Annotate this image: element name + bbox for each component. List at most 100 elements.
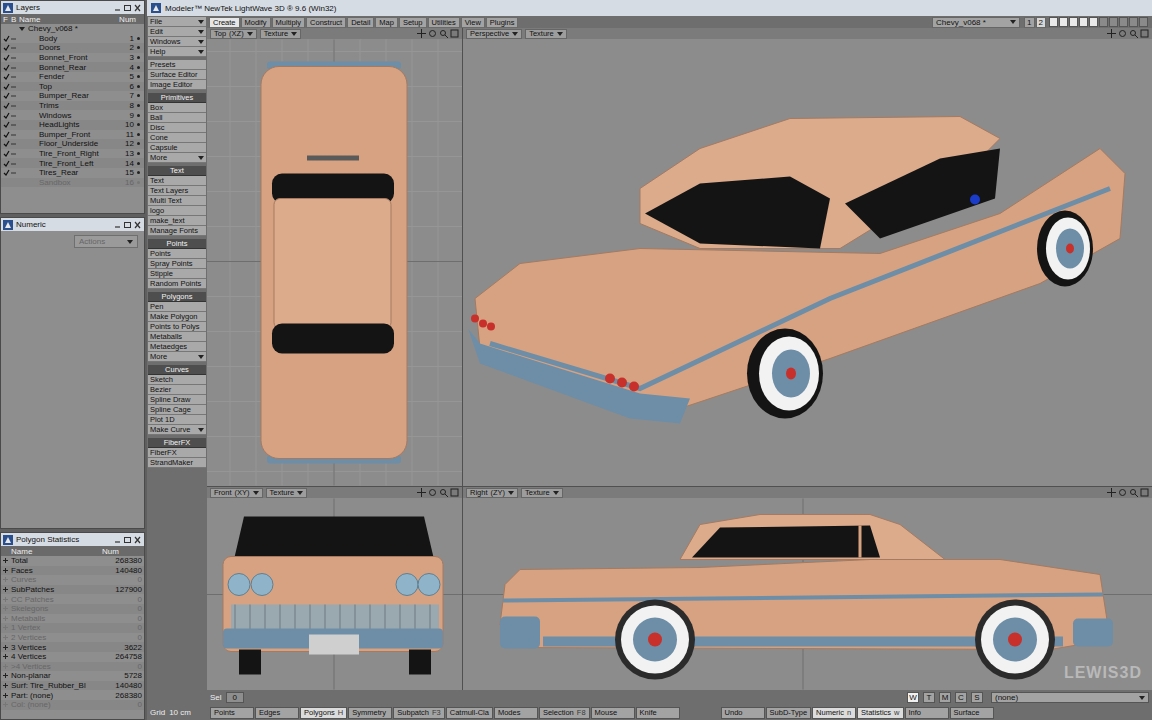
layer-row[interactable]: Sandbox 16 <box>1 178 144 188</box>
mode-button[interactable]: Mouse <box>591 707 635 719</box>
viewport[interactable]: Top (XZ) Texture <box>207 28 462 486</box>
tab[interactable]: Construct <box>306 17 346 28</box>
zoom-icon[interactable] <box>1129 29 1138 38</box>
tab[interactable]: View <box>461 17 485 28</box>
menu-button[interactable]: More <box>148 153 206 163</box>
layer-slot[interactable] <box>1079 17 1088 27</box>
view-type-dropdown[interactable]: Front (XY) <box>210 488 263 498</box>
layer-bank-button[interactable]: 2 <box>1036 17 1046 28</box>
background-cell[interactable] <box>11 74 19 79</box>
mode-button[interactable]: Knife <box>636 707 680 719</box>
tool-button[interactable]: Spline Cage <box>148 405 206 415</box>
tool-button[interactable]: Sketch <box>148 375 206 385</box>
tool-button[interactable]: StrandMaker <box>148 458 206 468</box>
background-cell[interactable] <box>11 113 19 118</box>
layer-slot[interactable] <box>1109 17 1118 27</box>
rotate-icon[interactable] <box>1118 488 1127 497</box>
mode-button[interactable]: Polygons H <box>300 707 347 719</box>
tool-button[interactable]: Metaballs <box>148 332 206 342</box>
viewport-canvas[interactable]: LEWIS3D <box>463 498 1152 690</box>
tool-button[interactable]: Presets <box>148 60 206 70</box>
plus-icon[interactable] <box>3 568 8 573</box>
plus-icon[interactable] <box>3 673 8 678</box>
mode-button[interactable]: Selection F8 <box>539 707 590 719</box>
plus-icon[interactable] <box>3 587 8 592</box>
foreground-cell[interactable] <box>3 54 11 61</box>
tab[interactable]: Modify <box>241 17 271 28</box>
render-mode-dropdown[interactable]: Texture <box>525 29 567 39</box>
foreground-cell[interactable] <box>3 83 11 90</box>
tool-button[interactable]: Manage Fonts <box>148 226 206 236</box>
tab[interactable]: Setup <box>399 17 427 28</box>
tab[interactable]: Plugins <box>486 17 519 28</box>
plus-icon[interactable] <box>3 597 8 602</box>
tab[interactable]: Create <box>209 17 240 28</box>
tool-button[interactable]: Surface Editor <box>148 70 206 80</box>
tool-button[interactable]: Metaedges <box>148 342 206 352</box>
layer-row[interactable]: Tires_Rear 15 <box>1 168 144 178</box>
column-header[interactable]: B <box>11 15 19 24</box>
background-cell[interactable] <box>11 141 19 146</box>
move-icon[interactable] <box>1107 29 1116 38</box>
close-icon[interactable] <box>133 221 142 229</box>
plus-icon[interactable] <box>3 577 8 582</box>
tool-button[interactable]: logo <box>148 206 206 216</box>
mode-button[interactable]: Symmetry <box>348 707 392 719</box>
statistics-row[interactable]: 1 Vertex 0 <box>1 623 144 633</box>
view-flag-button[interactable]: C <box>955 692 967 703</box>
statistics-row[interactable]: Skelegons 0 <box>1 604 144 614</box>
maximize-icon[interactable] <box>123 4 132 12</box>
statistics-row[interactable]: Non-planar 5728 <box>1 671 144 681</box>
view-flag-button[interactable]: T <box>923 692 935 703</box>
statistics-row[interactable]: 2 Vertices 0 <box>1 633 144 643</box>
layers-title-bar[interactable]: Layers <box>1 1 144 14</box>
foreground-cell[interactable] <box>3 169 11 176</box>
minimize-icon[interactable] <box>113 536 122 544</box>
background-cell[interactable] <box>11 170 19 175</box>
layer-row[interactable]: Trims 8 <box>1 101 144 111</box>
foreground-cell[interactable] <box>3 121 11 128</box>
background-cell[interactable] <box>11 36 19 41</box>
maximize-icon[interactable] <box>1140 29 1149 38</box>
tool-button[interactable]: Plot 1D <box>148 415 206 425</box>
view-flag-button[interactable]: W <box>907 692 919 703</box>
foreground-cell[interactable] <box>3 73 11 80</box>
rotate-icon[interactable] <box>1118 29 1127 38</box>
close-icon[interactable] <box>133 536 142 544</box>
layer-row[interactable]: Fender 5 <box>1 72 144 82</box>
rotate-icon[interactable] <box>428 488 437 497</box>
plus-icon[interactable] <box>3 635 8 640</box>
foreground-cell[interactable] <box>3 64 11 71</box>
tool-button[interactable]: Stipple <box>148 269 206 279</box>
mode-button[interactable]: Info <box>905 707 949 719</box>
mode-button[interactable]: Undo <box>721 707 765 719</box>
statistics-row[interactable]: Col: (none) 0 <box>1 700 144 710</box>
plus-icon[interactable] <box>3 645 8 650</box>
layer-row[interactable]: Tire_Front_Left 14 <box>1 158 144 168</box>
foreground-cell[interactable] <box>3 44 11 51</box>
viewport-canvas[interactable] <box>207 39 462 486</box>
zoom-icon[interactable] <box>439 488 448 497</box>
statistics-row[interactable]: SubPatches 127900 <box>1 585 144 595</box>
mode-button[interactable]: Subpatch F3 <box>393 707 444 719</box>
render-mode-dropdown[interactable]: Texture <box>521 488 563 498</box>
statistics-row[interactable]: Metaballs 0 <box>1 614 144 624</box>
layer-slot[interactable] <box>1139 17 1148 27</box>
plus-icon[interactable] <box>3 606 8 611</box>
layer-slot[interactable] <box>1119 17 1128 27</box>
statistics-row[interactable]: CC Patches 0 <box>1 594 144 604</box>
statistics-row[interactable]: >4 Vertices 0 <box>1 662 144 672</box>
background-cell[interactable] <box>11 132 19 137</box>
tool-button[interactable]: Text <box>148 176 206 186</box>
foreground-cell[interactable] <box>3 35 11 42</box>
layer-row[interactable]: Bonnet_Rear 4 <box>1 62 144 72</box>
foreground-cell[interactable] <box>3 102 11 109</box>
foreground-cell[interactable] <box>3 112 11 119</box>
background-cell[interactable] <box>11 103 19 108</box>
statistics-row[interactable]: Faces 140480 <box>1 566 144 576</box>
menu-button[interactable]: File <box>148 17 206 27</box>
object-selector[interactable]: Chevy_v068 * <box>932 17 1020 28</box>
view-flag-button[interactable]: S <box>971 692 983 703</box>
expanded-icon[interactable] <box>19 26 25 32</box>
layer-row[interactable]: Tire_Front_Right 13 <box>1 149 144 159</box>
